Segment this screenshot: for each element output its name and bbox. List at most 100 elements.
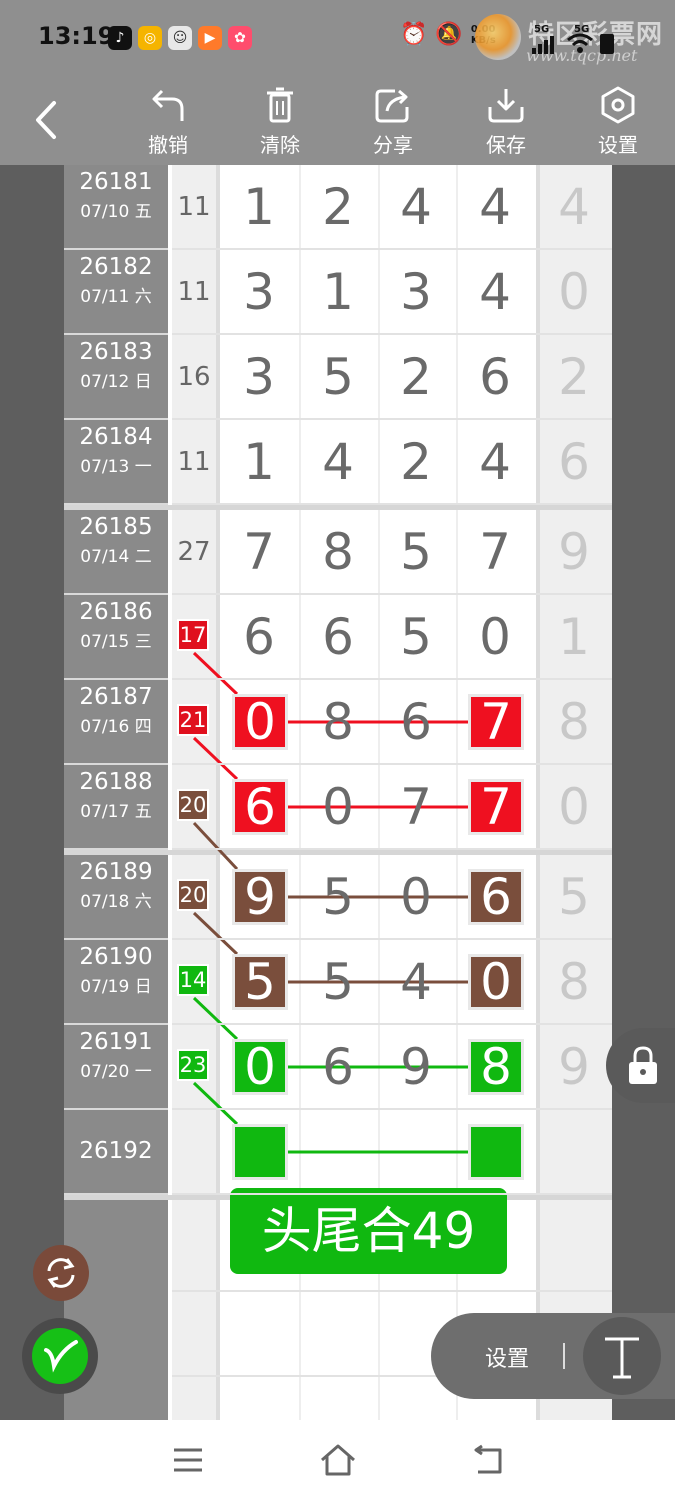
last-digit: 6 bbox=[558, 433, 590, 491]
issue-date: 07/14 二 bbox=[80, 547, 152, 567]
draw-row: 26184 07/13 一 11 1 4 2 4 6 bbox=[64, 420, 612, 505]
sum-cell: 27 bbox=[177, 537, 211, 567]
status-time: 13:19 bbox=[38, 22, 115, 50]
draw-digit: 1 bbox=[322, 263, 354, 321]
issue-number: 26189 bbox=[79, 859, 153, 885]
draw-digit: 7 bbox=[243, 523, 275, 581]
issue-date: 07/16 四 bbox=[80, 717, 152, 737]
draw-row: 26183 07/12 日 16 3 5 2 6 2 bbox=[64, 335, 612, 420]
issue-cell: 26185 07/14 二 bbox=[64, 510, 168, 595]
issue-number: 26183 bbox=[79, 339, 153, 365]
network-type-1: 5G bbox=[534, 24, 550, 35]
draw-row: 26182 07/11 六 11 3 1 3 4 0 bbox=[64, 250, 612, 335]
issue-number: 26188 bbox=[79, 769, 153, 795]
back-button[interactable] bbox=[28, 95, 68, 145]
draw-digit: 0 bbox=[479, 608, 511, 666]
draw-digit: 7 bbox=[479, 523, 511, 581]
highlighted-digit: 9 bbox=[232, 869, 288, 925]
last-digit: 9 bbox=[558, 523, 590, 581]
issue-number: 26186 bbox=[79, 599, 153, 625]
draw-digit: 3 bbox=[400, 263, 432, 321]
menu-icon[interactable] bbox=[168, 1442, 208, 1478]
undo-icon bbox=[152, 89, 184, 121]
draw-digit: 5 bbox=[322, 953, 354, 1011]
highlighted-digit: 6 bbox=[232, 779, 288, 835]
issue-number: 26192 bbox=[79, 1138, 153, 1164]
issue-cell: 26190 07/19 日 bbox=[64, 940, 168, 1025]
draw-row: 26187 07/16 四08678 bbox=[64, 680, 612, 765]
draw-digit: 6 bbox=[243, 608, 275, 666]
last-digit: 8 bbox=[558, 953, 590, 1011]
draw-row: 26188 07/17 五60770 bbox=[64, 765, 612, 850]
last-digit bbox=[544, 1122, 604, 1182]
issue-number: 26191 bbox=[79, 1029, 153, 1055]
draw-digit: 5 bbox=[322, 868, 354, 926]
back-return-icon[interactable] bbox=[468, 1442, 508, 1478]
issue-date: 07/19 日 bbox=[80, 977, 152, 997]
draw-digit: 3 bbox=[243, 348, 275, 406]
issue-cell: 26189 07/18 六 bbox=[64, 855, 168, 940]
undo-label: 撤销 bbox=[148, 133, 188, 157]
draw-row: 26191 07/20 一06989 bbox=[64, 1025, 612, 1110]
last-digit: 5 bbox=[558, 868, 590, 926]
right-margin bbox=[612, 165, 675, 1420]
mute-icon: 🔕 bbox=[435, 22, 463, 47]
watermark: 特区彩票网 www.tqcp.net 5G 5G bbox=[470, 8, 670, 68]
sum-cell bbox=[172, 1110, 216, 1195]
clear-button[interactable]: 清除 bbox=[245, 85, 315, 159]
left-margin bbox=[0, 165, 64, 1420]
grid-hline bbox=[172, 848, 612, 850]
draw-digit bbox=[386, 1122, 446, 1182]
last-digit: 0 bbox=[558, 778, 590, 836]
settings-label: 设置 bbox=[598, 133, 638, 157]
last-digit: 0 bbox=[558, 263, 590, 321]
sum-tag: 20 bbox=[177, 789, 209, 821]
share-button[interactable]: 分享 bbox=[358, 85, 428, 159]
draw-digit: 4 bbox=[479, 263, 511, 321]
save-label: 保存 bbox=[486, 133, 526, 157]
issue-number: 26185 bbox=[79, 514, 153, 540]
issue-cell: 26192 bbox=[64, 1110, 168, 1195]
issue-date: 07/18 六 bbox=[80, 892, 152, 912]
issue-cell: 26187 07/16 四 bbox=[64, 680, 168, 765]
lock-button[interactable] bbox=[606, 1028, 675, 1103]
sum-tag: 17 bbox=[177, 619, 209, 651]
highlighted-digit: 0 bbox=[232, 694, 288, 750]
issue-cell: 26182 07/11 六 bbox=[64, 250, 168, 335]
app-root: 13:19 ♪◎☺▶✿ ⏰ 🔕 0.00 KB/s 特区彩票网 www.tqcp… bbox=[0, 0, 675, 1500]
draw-row: 26181 07/10 五 11 1 2 4 4 4 bbox=[64, 165, 612, 250]
settings-button[interactable]: 设置 bbox=[583, 85, 653, 159]
download-icon bbox=[488, 89, 524, 123]
clear-label: 清除 bbox=[260, 133, 300, 157]
sum-tag: 23 bbox=[177, 1049, 209, 1081]
issue-date: 07/13 一 bbox=[80, 457, 152, 477]
last-digit: 4 bbox=[558, 178, 590, 236]
save-button[interactable]: 保存 bbox=[471, 85, 541, 159]
avatar-app-icon: ☺ bbox=[168, 26, 192, 50]
share-label: 分享 bbox=[373, 133, 413, 157]
issue-number: 26181 bbox=[79, 169, 153, 195]
draw-sheet[interactable]: 26181 07/10 五 11 1 2 4 4 4 26182 07/11 六 11 3 1 3 4 0 26… bbox=[64, 165, 612, 1420]
issue-date: 07/20 一 bbox=[80, 1062, 152, 1082]
share-icon bbox=[375, 89, 409, 123]
sum-tag: 20 bbox=[177, 879, 209, 911]
coin-app-icon: ◎ bbox=[138, 26, 162, 50]
issue-date: 07/12 日 bbox=[80, 372, 152, 392]
issue-cell: 26184 07/13 一 bbox=[64, 420, 168, 505]
sum-tag: 14 bbox=[177, 964, 209, 996]
draw-digit bbox=[308, 1122, 368, 1182]
draw-digit: 2 bbox=[322, 178, 354, 236]
draw-row: 26186 07/15 三66501 bbox=[64, 595, 612, 680]
draw-digit: 9 bbox=[400, 1038, 432, 1096]
highlighted-digit bbox=[232, 1124, 288, 1180]
draw-digit: 4 bbox=[479, 433, 511, 491]
highlighted-digit: 0 bbox=[468, 954, 524, 1010]
draw-digit: 5 bbox=[322, 348, 354, 406]
highlighted-digit: 8 bbox=[468, 1039, 524, 1095]
undo-button[interactable]: 撤销 bbox=[133, 85, 203, 159]
sum-cell: 16 bbox=[177, 362, 211, 392]
last-digit: 9 bbox=[558, 1038, 590, 1096]
draw-row: 26190 07/19 日55408 bbox=[64, 940, 612, 1025]
chevron-left-icon bbox=[36, 101, 56, 139]
home-icon[interactable] bbox=[318, 1442, 358, 1478]
